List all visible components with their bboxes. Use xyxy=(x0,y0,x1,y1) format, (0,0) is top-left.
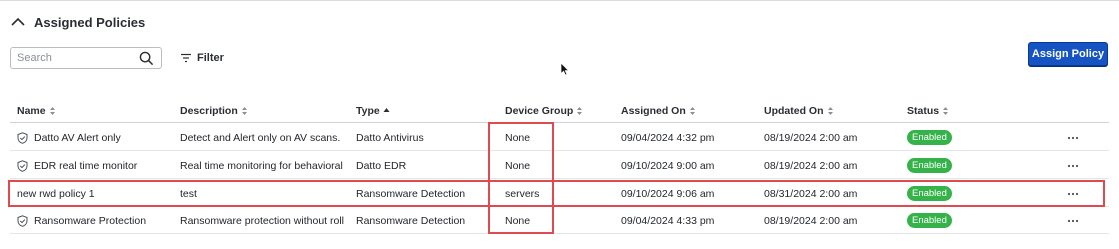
sort-icon xyxy=(689,107,695,115)
sort-icon xyxy=(943,107,949,115)
top-divider xyxy=(0,0,1119,1)
status-badge: Enabled xyxy=(907,158,952,173)
cell-description: Ransomware protection without rollba xyxy=(180,214,344,227)
header-divider xyxy=(10,122,1109,123)
assign-policy-button[interactable]: Assign Policy xyxy=(1028,42,1108,66)
filter-icon xyxy=(181,53,191,63)
cell-assigned-on: 09/04/2024 4:32 pm xyxy=(621,131,715,144)
column-header-assigned-on[interactable]: Assigned On xyxy=(621,104,696,118)
sort-icon xyxy=(49,107,55,115)
cell-status: Enabled xyxy=(907,152,987,179)
sort-icon xyxy=(827,107,833,115)
row-highlight-annotation xyxy=(8,180,1105,207)
column-header-type[interactable]: Type xyxy=(356,104,390,118)
search-icon[interactable] xyxy=(139,51,154,66)
more-options-icon[interactable] xyxy=(1067,136,1079,140)
column-header-updated-on[interactable]: Updated On xyxy=(764,104,834,118)
column-header-name[interactable]: Name xyxy=(17,104,56,118)
cell-status: Enabled xyxy=(907,207,987,234)
cell-description: Real time monitoring for behavioral de xyxy=(180,159,344,172)
chevron-up-icon xyxy=(11,17,25,26)
shield-check-icon xyxy=(17,214,28,227)
filter-label: Filter xyxy=(197,52,224,64)
section-title: Assigned Policies xyxy=(34,14,146,30)
cell-name: Ransomware Protection xyxy=(17,207,177,234)
more-options-icon[interactable] xyxy=(1067,164,1079,168)
device-group-highlight-annotation xyxy=(488,122,554,234)
table-row[interactable]: Ransomware Protection Ransomware protect… xyxy=(10,207,1109,234)
column-header-status[interactable]: Status xyxy=(907,104,949,118)
cell-type: Datto Antivirus xyxy=(356,131,424,144)
cell-type: Datto EDR xyxy=(356,159,407,172)
table-row[interactable]: EDR real time monitor Real time monitori… xyxy=(10,152,1109,179)
section-toggle[interactable]: Assigned Policies xyxy=(10,10,145,34)
sort-ascending-icon xyxy=(383,108,390,112)
column-header-description[interactable]: Description xyxy=(180,104,248,118)
cell-type: Ransomware Detection xyxy=(356,214,466,227)
cell-updated-on: 08/19/2024 2:00 am xyxy=(764,159,858,172)
search-input[interactable] xyxy=(11,52,133,64)
more-options-icon[interactable] xyxy=(1067,219,1079,223)
cell-name: EDR real time monitor xyxy=(17,152,177,179)
cell-assigned-on: 09/04/2024 4:33 pm xyxy=(621,214,715,227)
cell-assigned-on: 09/10/2024 9:00 am xyxy=(621,159,715,172)
sort-icon xyxy=(577,107,583,115)
cell-name: Datto AV Alert only xyxy=(17,124,177,151)
cell-updated-on: 08/19/2024 2:00 am xyxy=(764,131,858,144)
cell-description: Detect and Alert only on AV scans. Us xyxy=(180,131,344,144)
cell-actions xyxy=(1067,124,1087,151)
cell-actions xyxy=(1067,152,1087,179)
shield-check-icon xyxy=(17,159,28,172)
cell-updated-on: 08/19/2024 2:00 am xyxy=(764,214,858,227)
shield-check-icon xyxy=(17,131,28,144)
column-header-device-group[interactable]: Device Group xyxy=(505,104,583,118)
mouse-cursor-icon xyxy=(560,62,570,76)
cell-actions xyxy=(1067,207,1087,234)
cell-status: Enabled xyxy=(907,124,987,151)
sort-icon xyxy=(241,107,247,115)
filter-button[interactable]: Filter xyxy=(180,50,224,66)
status-badge: Enabled xyxy=(907,213,952,228)
status-badge: Enabled xyxy=(907,130,952,145)
table-row[interactable]: Datto AV Alert only Detect and Alert onl… xyxy=(10,124,1109,151)
search-box[interactable] xyxy=(10,47,162,69)
